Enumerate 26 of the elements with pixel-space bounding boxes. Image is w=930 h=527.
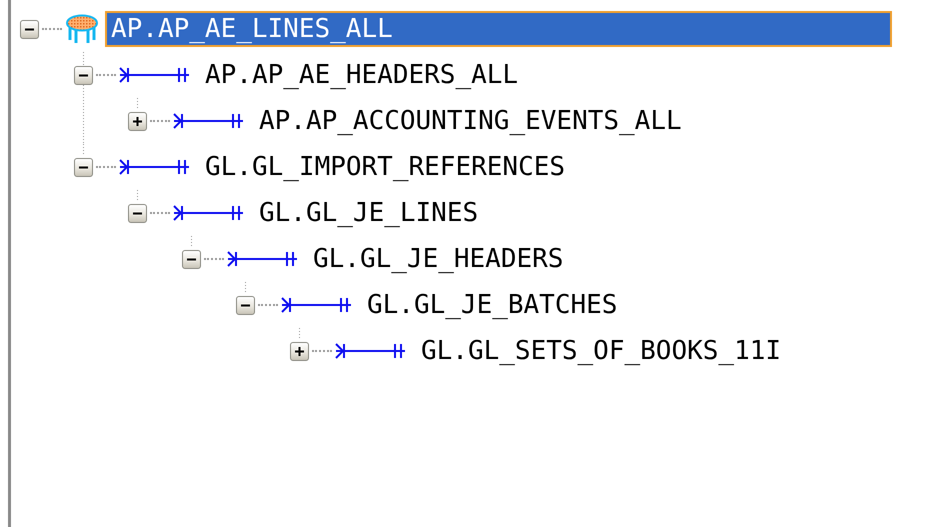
relationship-icon	[281, 296, 353, 314]
tree-item[interactable]: GL.GL_JE_LINES	[253, 195, 484, 231]
expand-button[interactable]	[128, 112, 147, 130]
collapse-button[interactable]	[182, 250, 201, 268]
tree-item[interactable]: AP.AP_AE_LINES_ALL	[105, 11, 892, 47]
expand-button[interactable]	[290, 342, 309, 360]
relationship-icon	[173, 112, 245, 130]
tree-item[interactable]: AP.AP_ACCOUNTING_EVENTS_ALL	[253, 103, 688, 139]
collapse-button[interactable]	[128, 204, 147, 222]
tree-item[interactable]: GL.GL_SETS_OF_BOOKS_11I	[415, 333, 788, 369]
tree-item[interactable]: GL.GL_IMPORT_REFERENCES	[199, 149, 572, 185]
plus-icon	[294, 346, 305, 356]
table-icon	[65, 14, 99, 44]
tree-item[interactable]: AP.AP_AE_HEADERS_ALL	[199, 57, 524, 93]
plus-icon	[132, 116, 143, 126]
relationship-icon	[119, 66, 191, 84]
relationship-icon	[227, 250, 299, 268]
tree-item[interactable]: GL.GL_JE_HEADERS	[307, 241, 570, 277]
collapse-button[interactable]	[20, 20, 39, 38]
relationship-icon	[173, 204, 245, 222]
relationship-icon	[335, 342, 407, 360]
collapse-button[interactable]	[74, 158, 93, 176]
tree-item[interactable]: GL.GL_JE_BATCHES	[361, 287, 624, 323]
collapse-button[interactable]	[236, 296, 255, 314]
collapse-button[interactable]	[74, 66, 93, 84]
relationship-icon	[119, 158, 191, 176]
